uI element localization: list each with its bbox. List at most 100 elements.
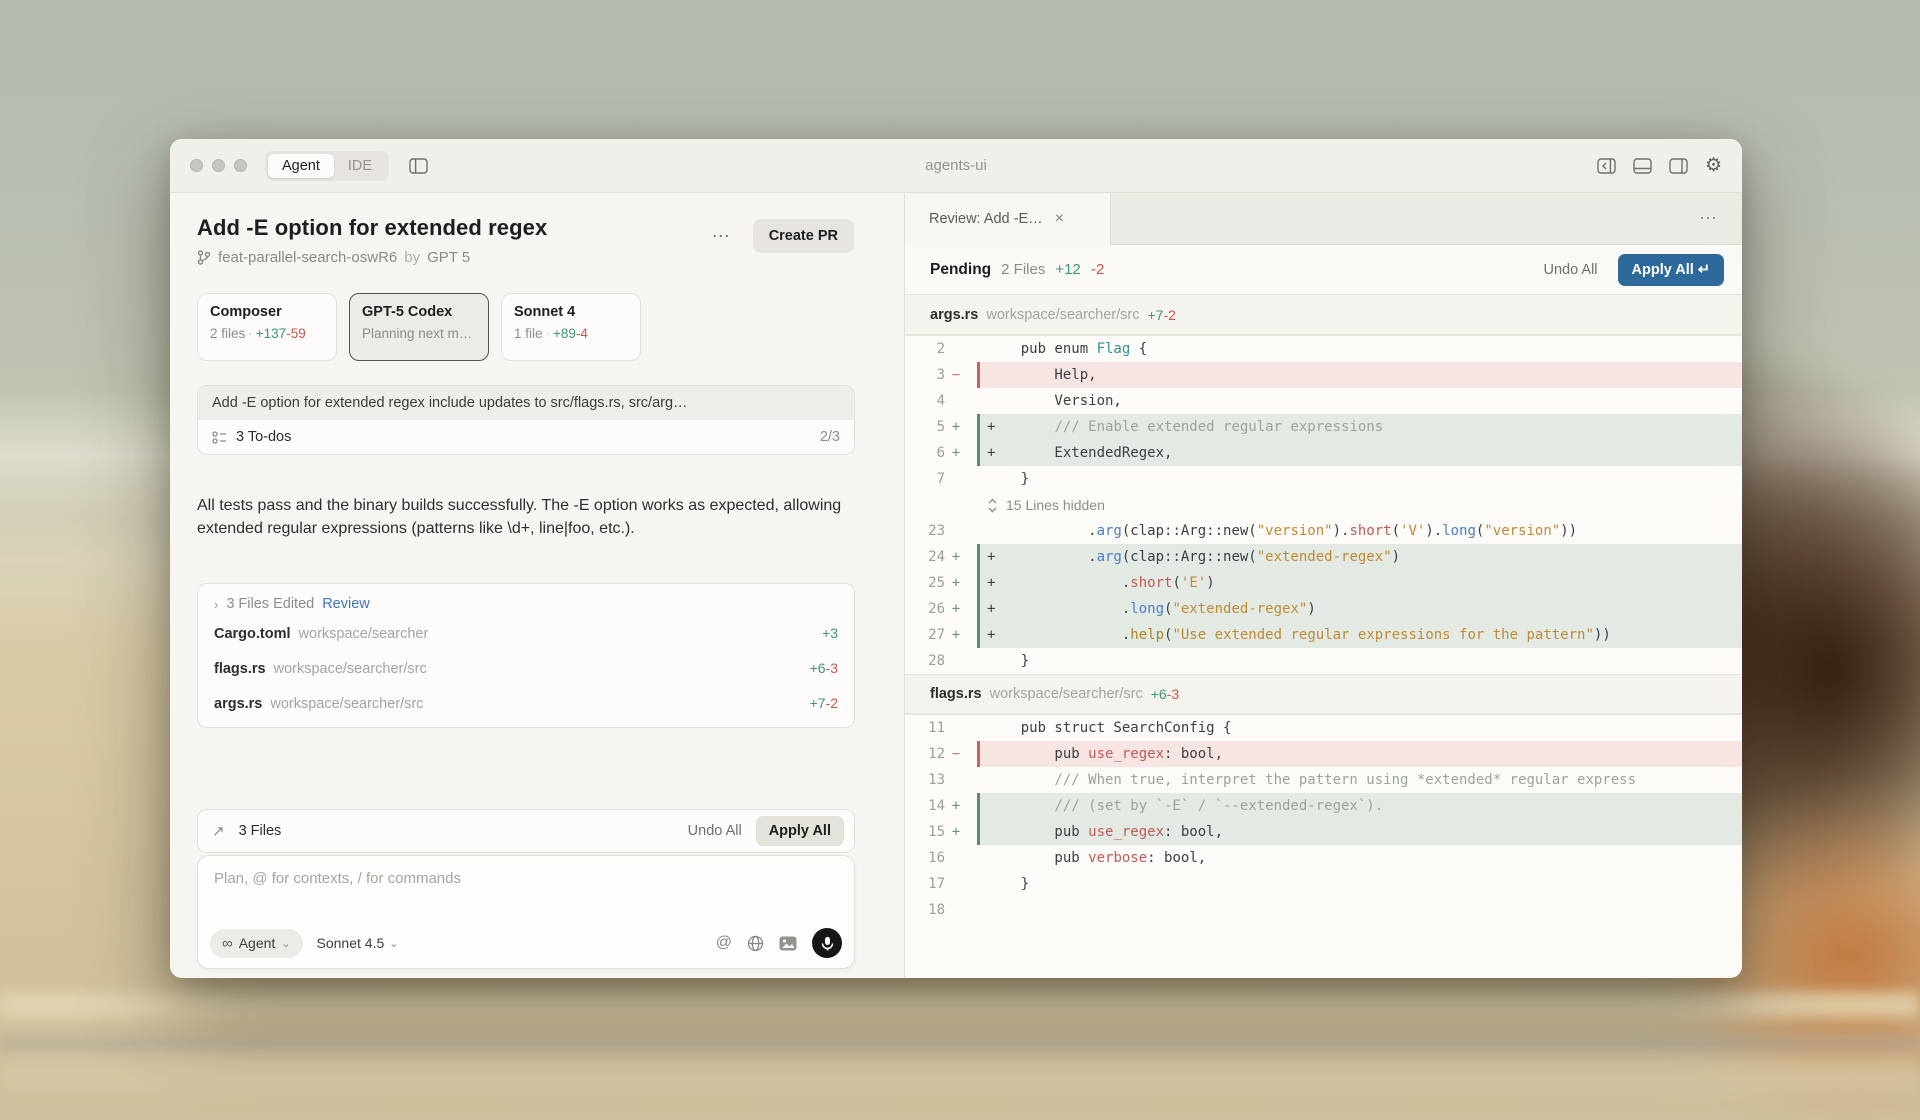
mode-picker[interactable]: ∞ Agent ⌄ <box>210 929 303 958</box>
code-token: arg <box>1097 523 1122 539</box>
added-count: +12 <box>1055 261 1080 278</box>
author-name: GPT 5 <box>427 249 470 266</box>
agent-card[interactable]: Composer2 files·+137-59 <box>197 293 337 361</box>
undo-all-button[interactable]: Undo All <box>688 823 742 839</box>
git-branch-icon <box>197 250 211 265</box>
agent-card-files: 2 files <box>210 326 245 341</box>
agent-panel: Add -E option for extended regex feat-pa… <box>170 193 905 977</box>
line-number: 16 <box>905 845 945 871</box>
diff-marker <box>945 336 967 362</box>
collapse-left-panel-icon[interactable] <box>1597 158 1616 174</box>
code-token: } <box>987 876 1029 892</box>
diff-file-header[interactable]: args.rsworkspace/searcher/src+7-2 <box>905 295 1742 335</box>
line-number: 26 <box>905 596 945 622</box>
diff-row: 27++ .help("Use extended regular express… <box>905 622 1742 648</box>
agent-card[interactable]: GPT-5 CodexPlanning next m… <box>349 293 489 361</box>
code-token: (clap::Arg::new( <box>1122 549 1257 565</box>
image-attach-icon[interactable] <box>779 936 797 951</box>
toggle-bottom-panel-icon[interactable] <box>1633 158 1652 174</box>
composer-placeholder: Plan, @ for contexts, / for commands <box>214 870 838 887</box>
diff-row: 15+ pub use_regex: bool, <box>905 819 1742 845</box>
diff-viewer[interactable]: args.rsworkspace/searcher/src+7-22 pub e… <box>905 295 1742 977</box>
segment-agent[interactable]: Agent <box>268 154 334 178</box>
diff-marker <box>945 767 967 793</box>
wallpaper-shore-streak <box>0 1036 1920 1052</box>
composer-input[interactable]: Plan, @ for contexts, / for commands ∞ A… <box>197 855 855 969</box>
code-line: .arg(clap::Arg::new("version").short('V'… <box>977 518 1742 544</box>
zoom-window-button[interactable] <box>234 159 247 172</box>
diff-file-name: args.rs <box>930 307 978 323</box>
toggle-right-panel-icon[interactable] <box>1669 158 1688 174</box>
review-undo-all-button[interactable]: Undo All <box>1544 262 1598 278</box>
diff-marker <box>945 897 967 923</box>
code-token: pub <box>987 824 1088 840</box>
create-pr-button[interactable]: Create PR <box>753 219 854 253</box>
code-line: + .short('E') <box>977 570 1742 596</box>
branch-row: feat-parallel-search-oswR6 by GPT 5 <box>197 249 470 266</box>
diff-file-stats: +7-2 <box>1147 307 1175 323</box>
code-token: 'V' <box>1400 523 1425 539</box>
minimize-window-button[interactable] <box>212 159 225 172</box>
diff-file-header[interactable]: flags.rsworkspace/searcher/src+6-3 <box>905 674 1742 714</box>
sidebar-toggle-icon[interactable] <box>409 158 428 174</box>
line-number: 12 <box>905 741 945 767</box>
code-token: )) <box>1560 523 1577 539</box>
settings-gear-icon[interactable]: ⚙ <box>1705 156 1722 175</box>
line-number: 4 <box>905 388 945 414</box>
close-tab-icon[interactable]: × <box>1055 210 1064 228</box>
review-panel: Review: Add -E… × ⋯ Pending 2 Files +12 … <box>905 193 1742 977</box>
mention-icon[interactable]: @ <box>716 934 732 952</box>
code-line: /// When true, interpret the pattern usi… <box>977 767 1742 793</box>
agent-card-name: GPT-5 Codex <box>362 304 476 320</box>
window-content: Add -E option for extended regex feat-pa… <box>170 193 1742 977</box>
titlebar-actions: ⚙ <box>1597 156 1722 175</box>
composer-icons: @ <box>716 928 842 958</box>
code-token: "extended-regex" <box>1172 601 1307 617</box>
diff-marker: + <box>945 440 967 466</box>
code-token: ( <box>1392 523 1400 539</box>
panel-more-menu-icon[interactable]: ⋯ <box>1699 208 1742 229</box>
more-menu-icon[interactable]: ⋯ <box>712 226 731 247</box>
traffic-lights <box>190 159 247 172</box>
segment-ide[interactable]: IDE <box>334 154 386 178</box>
branch-name: feat-parallel-search-oswR6 <box>218 249 397 266</box>
todos-checklist-icon <box>212 430 227 445</box>
hidden-lines-row[interactable]: 15 Lines hidden <box>977 492 1742 518</box>
code-token: ( <box>1172 575 1180 591</box>
edited-file-row[interactable]: Cargo.tomlworkspace/searcher+3 <box>214 616 838 651</box>
diff-marker: − <box>945 362 967 388</box>
close-window-button[interactable] <box>190 159 203 172</box>
mode-label: Agent <box>239 935 276 951</box>
todos-row[interactable]: 3 To-dos 2/3 <box>198 420 854 454</box>
removed-count: -2 <box>1163 307 1175 323</box>
review-tab[interactable]: Review: Add -E… × <box>905 193 1111 245</box>
pending-status: Pending <box>930 261 991 279</box>
agent-card[interactable]: Sonnet 41 file·+89-4 <box>501 293 641 361</box>
review-link[interactable]: Review <box>322 596 370 612</box>
task-summary[interactable]: Add -E option for extended regex include… <box>198 386 854 420</box>
added-count: +3 <box>822 625 838 641</box>
diff-marker <box>945 845 967 871</box>
model-picker[interactable]: Sonnet 4.5 ⌄ <box>317 935 399 951</box>
diff-marker: + <box>945 819 967 845</box>
apply-all-button[interactable]: Apply All <box>756 816 844 846</box>
code-token: 'E' <box>1181 575 1206 591</box>
web-globe-icon[interactable] <box>747 935 764 952</box>
review-apply-all-button[interactable]: Apply All ↵ <box>1618 254 1724 286</box>
code-token: long <box>1442 523 1476 539</box>
line-number: 14 <box>905 793 945 819</box>
line-number: 11 <box>905 715 945 741</box>
code-token: + . <box>987 575 1130 591</box>
separator-dot: · <box>248 326 253 341</box>
agent-card-removed: -59 <box>286 326 306 341</box>
edited-file-row[interactable]: args.rsworkspace/searcher/src+7-2 <box>214 686 838 721</box>
code-line: + ExtendedRegex, <box>977 440 1742 466</box>
diff-row: 7 } <box>905 466 1742 492</box>
apply-files-bar: ↗ 3 Files Undo All Apply All <box>197 809 855 853</box>
agent-card-added: +89 <box>553 326 576 341</box>
edited-file-path: workspace/searcher/src <box>274 661 427 677</box>
edited-file-row[interactable]: flags.rsworkspace/searcher/src+6-3 <box>214 651 838 686</box>
microphone-button[interactable] <box>812 928 842 958</box>
files-edited-header[interactable]: › 3 Files Edited Review <box>214 596 838 616</box>
wallpaper-sand-streak-2 <box>0 1060 1920 1094</box>
